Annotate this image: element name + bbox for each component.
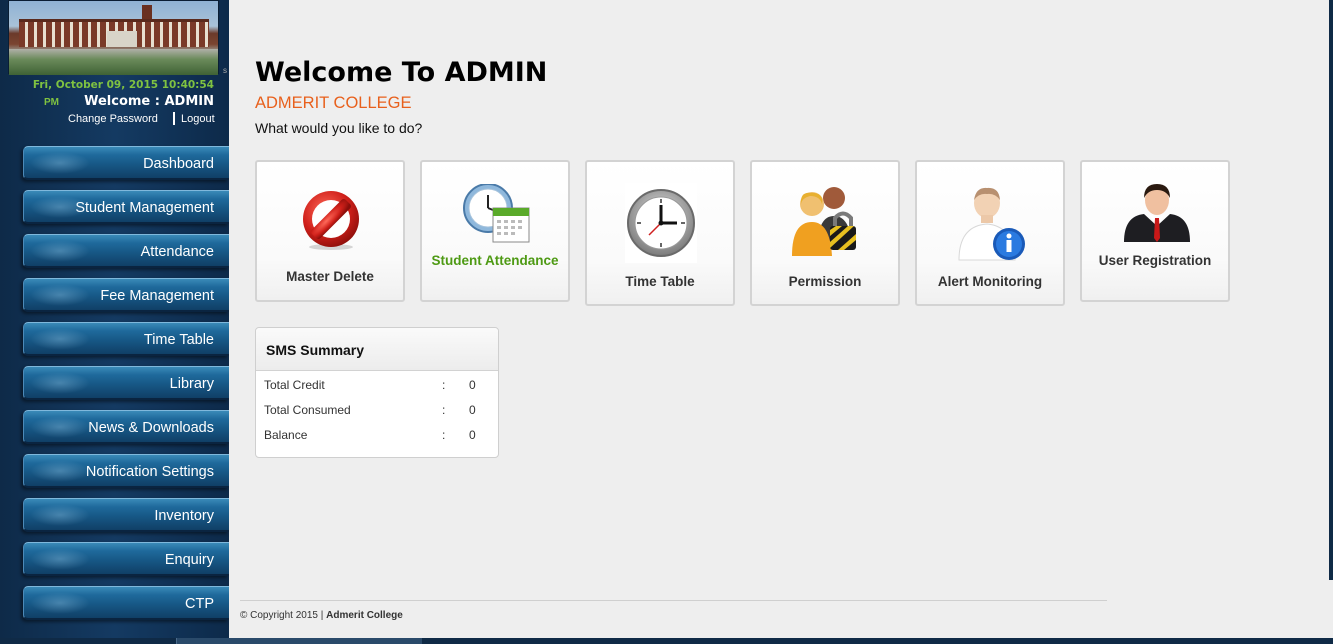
side-mark: s (223, 66, 227, 75)
main-content: Welcome To ADMIN ADMERIT COLLEGE What wo… (229, 0, 1329, 638)
tile-label: Time Table (625, 274, 695, 289)
sms-summary-panel: SMS Summary Total Credit : 0 Total Consu… (255, 327, 499, 458)
welcome-user: Welcome : ADMIN (84, 94, 214, 109)
tile-time-table[interactable]: Time Table (585, 160, 735, 306)
sms-row-key: Total Credit (264, 378, 325, 392)
sms-row-sep: : (442, 403, 446, 417)
tile-label: Alert Monitoring (937, 274, 1043, 289)
footer-org: Admerit College (326, 610, 403, 621)
page-prompt: What would you like to do? (255, 120, 423, 136)
clock-calendar-icon (463, 184, 530, 243)
sidebar-item-notification-settings[interactable]: Notification Settings (23, 454, 229, 488)
tile-label: Permission (788, 274, 862, 289)
link-separator (173, 112, 175, 125)
sidebar-item-library[interactable]: Library (23, 366, 229, 400)
clock-icon (625, 183, 697, 263)
tile-student-attendance[interactable]: Student Attendance (420, 160, 570, 302)
sidebar-item-inventory[interactable]: Inventory (23, 498, 229, 532)
footer: © Copyright 2015 | Admerit College (240, 610, 403, 621)
sms-row-key: Balance (264, 428, 308, 442)
sms-row-sep: : (442, 378, 446, 392)
window-right-edge (1329, 0, 1333, 580)
sms-row-value: 0 (469, 378, 476, 392)
sms-row-value: 0 (469, 403, 476, 417)
sidebar-item-time-table[interactable]: Time Table (23, 322, 229, 356)
datetime: Fri, October 09, 2015 10:40:54 (32, 79, 214, 91)
taskbar (0, 638, 1333, 644)
tile-user-registration[interactable]: User Registration (1080, 160, 1230, 302)
sms-summary-title: SMS Summary (266, 342, 365, 358)
taskbar-item[interactable] (176, 638, 422, 644)
tile-master-delete[interactable]: Master Delete (255, 160, 405, 302)
tile-label: User Registration (1098, 253, 1212, 268)
user-info-icon (958, 187, 1025, 261)
college-name: ADMERIT COLLEGE (255, 94, 412, 112)
sms-row-key: Total Consumed (264, 403, 351, 417)
sidebar-item-student-management[interactable]: Student Management (23, 190, 229, 224)
sidebar-item-attendance[interactable]: Attendance (23, 234, 229, 268)
tile-permission[interactable]: Permission (750, 160, 900, 306)
logout-link[interactable]: Logout (181, 113, 215, 125)
footer-copyright: © Copyright 2015 | (240, 610, 324, 621)
sms-row-value: 0 (469, 428, 476, 442)
tile-alert-monitoring[interactable]: Alert Monitoring (915, 160, 1065, 306)
no-entry-icon (303, 191, 359, 250)
sidebar: s Fri, October 09, 2015 10:40:54 PM Welc… (0, 0, 229, 644)
sidebar-item-fee-management[interactable]: Fee Management (23, 278, 229, 312)
sms-summary-header: SMS Summary (256, 328, 498, 371)
businessman-icon (1124, 184, 1190, 242)
college-building-logo (8, 0, 219, 75)
tile-label: Master Delete (286, 269, 374, 284)
sidebar-item-ctp[interactable]: CTP (23, 586, 229, 620)
sidebar-item-enquiry[interactable]: Enquiry (23, 542, 229, 576)
page-title: Welcome To ADMIN (255, 57, 548, 88)
sidebar-item-dashboard[interactable]: Dashboard (23, 146, 229, 180)
datetime-ampm: PM (44, 97, 59, 108)
sidebar-item-news-downloads[interactable]: News & Downloads (23, 410, 229, 444)
tile-label: Student Attendance (431, 253, 559, 268)
sms-row-sep: : (442, 428, 446, 442)
footer-divider (240, 600, 1107, 601)
users-lock-icon (792, 187, 856, 256)
change-password-link[interactable]: Change Password (68, 113, 158, 125)
